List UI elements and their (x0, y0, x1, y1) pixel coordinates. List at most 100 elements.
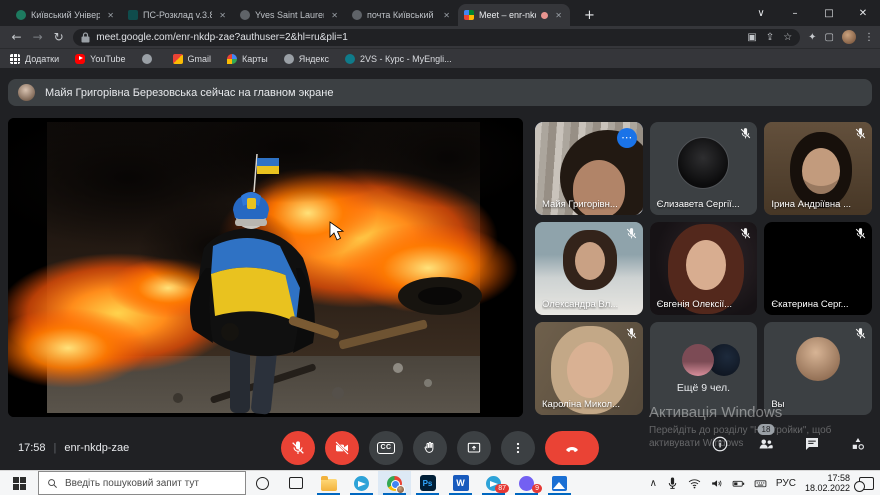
tile-oleksandra[interactable]: Олександра Вл... (535, 222, 643, 315)
raise-hand-button[interactable] (413, 431, 447, 465)
tile-you[interactable]: Вы (764, 322, 872, 415)
bookmark-gmail[interactable]: Gmail (173, 54, 212, 64)
bookmark-apps[interactable]: Додатки (10, 54, 59, 64)
browser-menu-icon[interactable]: ⋮ (864, 32, 874, 43)
task-view-button[interactable] (279, 471, 312, 495)
university-favicon-icon (16, 10, 26, 20)
share-icon[interactable]: ⇪ (766, 32, 774, 43)
tile-options-icon[interactable]: ⋯ (617, 128, 637, 148)
bookmark-label: YouTube (90, 54, 125, 64)
bookmark-maps[interactable]: Карты (227, 54, 268, 64)
close-tab-icon[interactable]: ✕ (441, 10, 452, 21)
telegram2-button[interactable]: 87 (477, 471, 510, 495)
maximize-button[interactable]: □ (812, 8, 846, 19)
shared-screen-video[interactable] (8, 118, 523, 417)
minimize-button[interactable]: – (778, 8, 812, 19)
captions-button[interactable]: CC (369, 431, 403, 465)
file-explorer-button[interactable] (312, 471, 345, 495)
tile-karolina[interactable]: Кароліна Микол... (535, 322, 643, 415)
maps-pin-icon (227, 54, 237, 64)
mic-off-icon (854, 127, 867, 140)
back-button[interactable]: ← (6, 30, 27, 44)
bookmark-label: Яндекс (299, 54, 329, 64)
globe-icon (142, 54, 152, 64)
tab-title: ПС-Розклад v.3.8.2 (143, 10, 212, 20)
tray-battery-icon[interactable] (732, 477, 745, 490)
telegram-badge: 87 (495, 484, 509, 493)
search-icon (47, 478, 58, 489)
telegram-button[interactable] (345, 471, 378, 495)
close-window-button[interactable]: ✕ (846, 8, 880, 19)
taskbar-clock[interactable]: 17:58 18.02.2022 (805, 473, 850, 493)
bookmark-star-icon[interactable]: ☆ (783, 32, 792, 43)
tile-maiia[interactable]: ⋯ Майя Григорівн... (535, 122, 643, 215)
activities-button[interactable] (846, 432, 870, 456)
omnibox-icons: ▣ ⇪ ☆ (747, 32, 792, 43)
reload-button[interactable]: ↻ (48, 30, 69, 44)
mic-off-icon (739, 127, 752, 140)
tray-keyboard-icon[interactable] (754, 477, 767, 490)
close-tab-icon[interactable]: ✕ (329, 10, 340, 21)
notification-center-icon[interactable] (859, 477, 874, 490)
present-button[interactable] (457, 431, 491, 465)
chat-button[interactable] (800, 432, 824, 456)
tab-mail[interactable]: почта Київський університ ✕ (346, 4, 458, 26)
tray-network-icon[interactable] (688, 477, 701, 490)
forward-button[interactable]: → (27, 30, 48, 44)
info-icon (711, 435, 729, 453)
participant-name: Вы (771, 399, 784, 410)
chrome-button[interactable] (378, 471, 411, 495)
close-tab-icon[interactable]: ✕ (217, 10, 228, 21)
extensions-icon[interactable]: ✦ (808, 32, 816, 43)
profile-avatar[interactable] (842, 30, 856, 44)
viber-badge: 9 (532, 484, 542, 493)
mic-toggle-button[interactable] (281, 431, 315, 465)
camera-toggle-button[interactable] (325, 431, 359, 465)
tab-ysl[interactable]: Yves Saint Laurent Y Live — ✕ (234, 4, 346, 26)
tile-yelyzaveta[interactable]: Єлизавета Сергії... (650, 122, 758, 215)
more-options-button[interactable] (501, 431, 535, 465)
participants-button[interactable]: 18 (754, 432, 778, 456)
photos-button[interactable] (543, 471, 576, 495)
address-bar[interactable]: meet.google.com/enr-nkdp-zae?authuser=2&… (73, 29, 800, 46)
tile-yekaterina[interactable]: Єкатерина Серг... (764, 222, 872, 315)
bookmark-myenglishlab[interactable]: 2VS - Курс - MyEngli... (345, 54, 452, 64)
participant-name: Кароліна Микол... (542, 399, 620, 410)
tab-ps-rozklad[interactable]: ПС-Розклад v.3.8.2 ✕ (122, 4, 234, 26)
tray-mic-icon[interactable] (666, 477, 679, 490)
tab-title: Київський Університет імен (31, 10, 100, 20)
end-call-icon (564, 440, 580, 456)
meeting-details-button[interactable] (708, 432, 732, 456)
side-panel-icon[interactable]: ▢ (825, 32, 834, 43)
word-button[interactable]: W (444, 471, 477, 495)
cortana-button[interactable] (246, 471, 279, 495)
photoshop-button[interactable]: Ps (411, 471, 444, 495)
tab-university[interactable]: Київський Університет імен ✕ (10, 4, 122, 26)
mic-off-icon (854, 327, 867, 340)
divider: | (54, 442, 57, 454)
bookmark-label: Карты (242, 54, 268, 64)
tile-iryna[interactable]: Ірина Андріївна ... (764, 122, 872, 215)
windows-taskbar: Введіть пошуковий запит тут Ps W 87 9 ∧ … (0, 470, 880, 495)
close-tab-icon[interactable]: ✕ (105, 10, 116, 21)
youtube-icon (75, 54, 85, 64)
end-call-button[interactable] (545, 431, 599, 465)
participant-name: Єлизавета Сергії... (657, 199, 740, 210)
tab-meet-active[interactable]: Meet – enr-nkdp-zae ✕ (458, 4, 570, 26)
new-tab-button[interactable]: + (578, 8, 601, 26)
tile-yevheniia[interactable]: Євгенія Олексії... (650, 222, 758, 315)
bookmark-yandex[interactable]: Яндекс (284, 54, 329, 64)
close-tab-icon[interactable]: ✕ (553, 10, 564, 21)
tray-volume-icon[interactable] (710, 477, 723, 490)
tray-expand-icon[interactable]: ∧ (650, 478, 657, 489)
start-button[interactable] (0, 471, 38, 495)
tile-overflow[interactable]: Ещё 9 чел. (650, 322, 758, 415)
chat-icon (803, 435, 821, 453)
bookmark-site[interactable] (142, 54, 157, 64)
language-indicator[interactable]: РУС (776, 478, 796, 489)
bookmark-youtube[interactable]: YouTube (75, 54, 125, 64)
taskbar-search[interactable]: Введіть пошуковий запит тут (38, 471, 246, 495)
tab-search-icon[interactable]: ∨ (744, 8, 778, 19)
viber-button[interactable]: 9 (510, 471, 543, 495)
camera-in-use-icon[interactable]: ▣ (747, 32, 756, 43)
